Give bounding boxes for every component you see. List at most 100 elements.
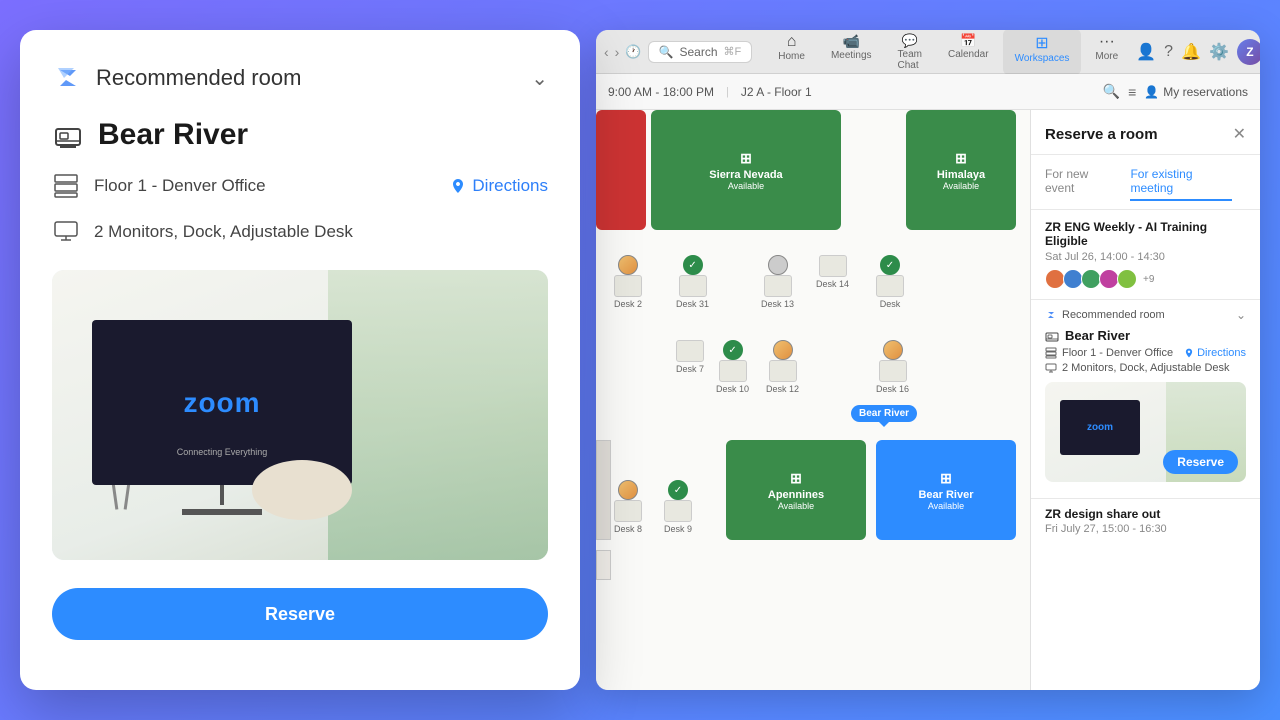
panel-amenities: 2 Monitors, Dock, Adjustable Desk	[1045, 362, 1246, 374]
zoom-tv-logo: zoom	[183, 387, 260, 419]
desk-9-shape	[664, 500, 692, 522]
room-image: zoom Connecting Everything	[52, 270, 548, 560]
my-reservations-button[interactable]: 👤 My reservations	[1144, 85, 1248, 99]
close-button[interactable]: ✕	[1233, 124, 1246, 144]
zoom-main: ⊞ Sierra Nevada Available ⊞ Himalaya Ava…	[596, 110, 1260, 690]
settings-icon[interactable]: ⚙️	[1209, 42, 1229, 62]
panel-room-floor: Floor 1 - Denver Office Directions	[1045, 347, 1246, 359]
next-meeting-time: Fri July 27, 15:00 - 16:30	[1045, 523, 1246, 535]
desk-14-label: Desk 14	[816, 279, 849, 289]
panel-rec-chevron-icon[interactable]: ⌄	[1236, 308, 1246, 322]
desk-2-avatar	[618, 255, 638, 275]
zoom-spark-icon	[52, 62, 84, 94]
panel-room-name-text: Bear River	[1065, 328, 1130, 343]
desk-31-avatar: ✓	[683, 255, 703, 275]
map-desk-8: Desk 8	[614, 480, 642, 534]
location-text: J2 A - Floor 1	[741, 85, 812, 99]
wall-left	[596, 440, 611, 540]
nav-tab-calendar[interactable]: 📅 Calendar	[936, 30, 1001, 75]
room-image-inner: zoom Connecting Everything	[52, 270, 548, 560]
map-room-himalaya[interactable]: ⊞ Himalaya Available	[906, 110, 1016, 230]
calendar-icon: 📅	[960, 33, 976, 49]
user-avatar[interactable]: Z	[1237, 39, 1260, 65]
panel-room-name: Bear River	[1045, 328, 1246, 343]
nav-clock-button[interactable]: 🕐	[625, 40, 641, 64]
desk-10-label: Desk 10	[716, 384, 749, 394]
desk-13-label: Desk 13	[761, 299, 794, 309]
panel-room-image: zoom Reserve	[1045, 382, 1246, 482]
amenities-text: 2 Monitors, Dock, Adjustable Desk	[94, 222, 353, 242]
map-room-bear-river[interactable]: ⊞ Bear River Available	[876, 440, 1016, 540]
panel-zoom-logo: zoom	[1087, 422, 1113, 433]
nav-tab-home[interactable]: ⌂ Home	[766, 30, 817, 75]
panel-amenities-text: 2 Monitors, Dock, Adjustable Desk	[1062, 362, 1230, 374]
tab-existing-meeting[interactable]: For existing meeting	[1130, 163, 1232, 201]
panel-floor-text: Floor 1 - Denver Office	[1062, 347, 1173, 359]
avatar-5	[1117, 269, 1137, 289]
panel-rec-header: Recommended room ⌄	[1045, 308, 1246, 322]
chat-icon: 💬	[902, 33, 918, 49]
nav-tabs: ⌂ Home 📹 Meetings 💬 Team Chat 📅 Calendar…	[766, 30, 1130, 75]
tab-new-event[interactable]: For new event	[1045, 163, 1116, 201]
search-bar[interactable]: 🔍 Search ⌘F	[648, 41, 753, 63]
panel-location-icon	[1184, 348, 1194, 358]
desk-15-avatar: ✓	[880, 255, 900, 275]
question-icon[interactable]: ?	[1164, 43, 1173, 61]
subheader-right: 🔍 ≡ 👤 My reservations	[1103, 83, 1248, 100]
map-room-sierra-nevada[interactable]: ⊞ Sierra Nevada Available	[651, 110, 841, 230]
room-window-bg	[328, 270, 548, 560]
desk-7-label: Desk 7	[676, 364, 704, 374]
map-room-occupied[interactable]	[596, 110, 646, 230]
filter-icon[interactable]: ≡	[1128, 84, 1136, 100]
next-meeting-title: ZR design share out	[1045, 507, 1246, 521]
directions-link[interactable]: Directions	[450, 176, 548, 196]
nav-tab-chat[interactable]: 💬 Team Chat	[886, 30, 934, 75]
zoom-tv-subtitle: Connecting Everything	[92, 447, 352, 457]
meetings-icon: 📹	[843, 33, 860, 50]
map-room-apennines[interactable]: ⊞ Apennines Available	[726, 440, 866, 540]
panel-reserve-button[interactable]: Reserve	[1163, 450, 1238, 474]
reserve-panel: Reserve a room ✕ For new event For exist…	[1030, 110, 1260, 690]
zoom-subheader: 9:00 AM - 18:00 PM | J2 A - Floor 1 🔍 ≡ …	[596, 74, 1260, 110]
nav-tab-meetings[interactable]: 📹 Meetings	[819, 30, 884, 75]
panel-floor-icon	[1045, 347, 1057, 359]
apennines-room-icon: ⊞	[790, 470, 802, 487]
floor-text: Floor 1 - Denver Office	[94, 176, 266, 196]
panel-title: Reserve a room	[1045, 126, 1158, 143]
map-desk-12: Desk 12	[766, 340, 799, 394]
map-desk-13: Desk 13	[761, 255, 794, 309]
zoom-app: ‹ › 🕐 🔍 Search ⌘F ⌂ Home 📹 Meetings �	[596, 30, 1260, 690]
nav-forward-button[interactable]: ›	[615, 40, 620, 64]
desk-9-label: Desk 9	[664, 524, 692, 534]
chevron-down-icon[interactable]: ⌄	[531, 66, 548, 91]
search-subheader-icon[interactable]: 🔍	[1103, 83, 1120, 100]
room-icon	[52, 119, 84, 151]
desk-16-avatar	[883, 340, 903, 360]
modal-header-left: Recommended room	[52, 62, 301, 94]
rec-label-text: Recommended room	[1062, 309, 1165, 321]
meeting-title: ZR ENG Weekly - AI Training Eligible	[1045, 220, 1246, 248]
nav-back-button[interactable]: ‹	[604, 40, 609, 64]
nav-tab-workspaces[interactable]: ⊞ Workspaces	[1003, 30, 1082, 75]
map-desk-10: ✓ Desk 10	[716, 340, 749, 394]
separator: |	[726, 86, 729, 98]
panel-monitor-icon	[1045, 362, 1057, 374]
topbar-right: 👤 ? 🔔 ⚙️ Z	[1136, 39, 1260, 65]
panel-directions-link[interactable]: Directions	[1184, 347, 1246, 359]
bell-icon[interactable]: 🔔	[1181, 42, 1201, 62]
avatar-count: +9	[1143, 274, 1154, 285]
search-shortcut: ⌘F	[724, 45, 742, 58]
home-icon: ⌂	[787, 33, 797, 51]
desk-16-label: Desk 16	[876, 384, 909, 394]
reserve-button[interactable]: Reserve	[52, 588, 548, 640]
desk-13-avatar	[768, 255, 788, 275]
nav-tab-more[interactable]: ··· More	[1083, 30, 1130, 75]
avatar-2	[1063, 269, 1083, 289]
profile-icon[interactable]: 👤	[1136, 42, 1156, 62]
desk-2-label: Desk 2	[614, 299, 642, 309]
floor-detail-left: Floor 1 - Denver Office	[52, 172, 266, 200]
panel-rec-section: Recommended room ⌄ Bear River	[1031, 300, 1260, 499]
himalaya-label: Himalaya	[937, 169, 985, 181]
floor-map: ⊞ Sierra Nevada Available ⊞ Himalaya Ava…	[596, 110, 1030, 690]
desk-8-shape	[614, 500, 642, 522]
